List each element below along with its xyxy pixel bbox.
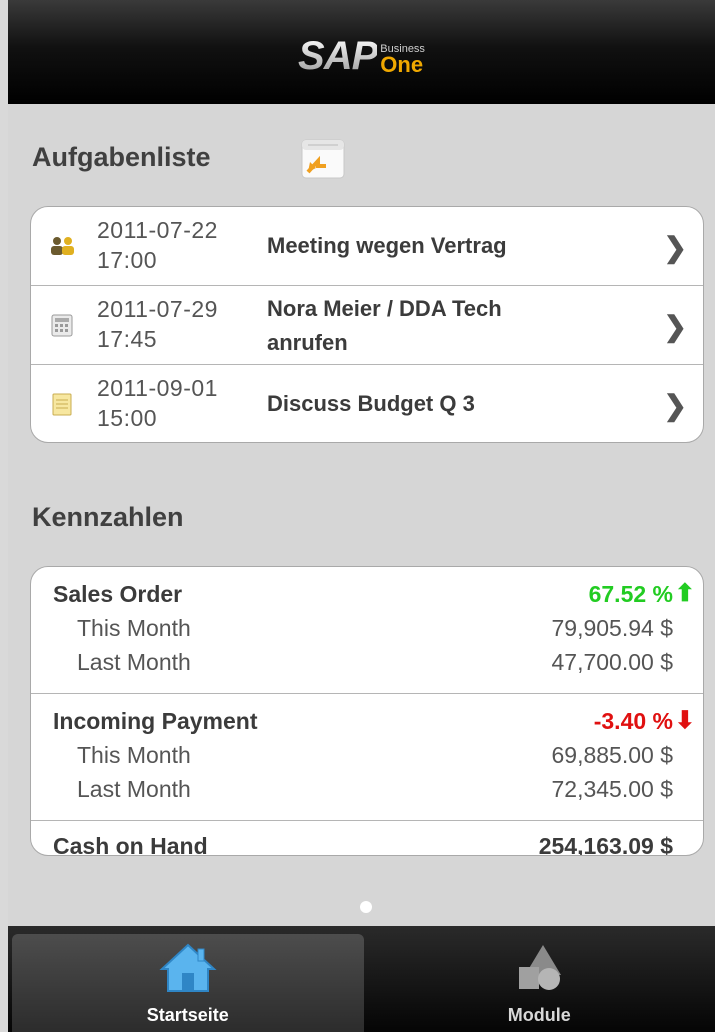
sap-business-one-logo: SAP Business One — [298, 36, 425, 76]
logo-one-text: One — [380, 52, 424, 77]
task-time: 17:45 — [97, 326, 158, 352]
page-indicator-dot — [360, 901, 372, 913]
task-title: Nora Meier / DDA Tech anrufen — [267, 292, 647, 360]
chevron-right-icon: ❯ — [663, 311, 687, 342]
kpi-change: 67.52 % — [588, 581, 673, 607]
task-list: 2011-07-22 17:00 Meeting wegen Vertrag ❯… — [30, 206, 704, 443]
tab-label: Module — [507, 1005, 571, 1025]
task-time: 15:00 — [97, 405, 158, 431]
task-time: 17:00 — [97, 247, 158, 273]
tab-startseite[interactable]: Startseite — [12, 934, 364, 1032]
tab-label: Startseite — [146, 1005, 229, 1025]
task-date: 2011-07-22 — [97, 217, 218, 243]
task-title-line1: Nora Meier / DDA Tech — [267, 296, 502, 321]
task-list-title: Aufgabenliste — [32, 142, 211, 172]
home-content: Aufgabenliste 2011-07-22 17:00 Meeting w… — [8, 104, 715, 926]
kpi-sub-label: Last Month — [77, 649, 191, 675]
kpi-sub-label: This Month — [77, 615, 191, 641]
kpi-title: Kennzahlen — [32, 502, 184, 532]
navigation-bar: SAP Business One — [8, 0, 715, 104]
kpi-label: Incoming Payment — [53, 708, 258, 734]
kpi-label: Cash on Hand — [53, 833, 208, 856]
kpi-value: 72,345.00 $ — [551, 776, 673, 802]
tab-module[interactable]: Module — [364, 926, 715, 1032]
task-row-budget[interactable]: 2011-09-01 15:00 Discuss Budget Q 3 ❯ — [31, 365, 703, 442]
meeting-icon — [51, 237, 74, 255]
kpi-value: 47,700.00 $ — [551, 649, 673, 675]
task-title: Meeting wegen Vertrag — [267, 233, 507, 258]
kpi-cash-on-hand[interactable]: Cash on Hand 254,163.09 $ — [31, 821, 703, 856]
kpi-change: -3.40 % — [593, 708, 673, 734]
kpi-sub-label: Last Month — [77, 776, 191, 802]
tab-bar: Startseite Module — [8, 926, 715, 1032]
task-row-meeting[interactable]: 2011-07-22 17:00 Meeting wegen Vertrag ❯ — [31, 207, 703, 286]
task-date: 2011-09-01 — [97, 375, 218, 401]
chevron-right-icon: ❯ — [663, 232, 687, 263]
home-icon — [159, 943, 217, 992]
logo-sap-text: SAP — [298, 34, 378, 78]
task-list-icon[interactable] — [298, 134, 348, 184]
task-date: 2011-07-29 — [97, 296, 218, 322]
kpi-sub-label: This Month — [77, 742, 191, 768]
modules-icon — [519, 945, 562, 990]
task-title: Discuss Budget Q 3 — [267, 391, 475, 416]
task-title-line2: anrufen — [267, 330, 348, 355]
chevron-right-icon: ❯ — [663, 390, 687, 421]
task-row-call[interactable]: 2011-07-29 17:45 Nora Meier / DDA Tech a… — [31, 286, 703, 365]
phone-call-icon — [51, 314, 73, 337]
arrow-up-icon: ⬆ — [674, 580, 695, 607]
kpi-label: Sales Order — [53, 581, 183, 607]
kpi-value: 69,885.00 $ — [551, 742, 673, 768]
arrow-down-icon: ⬇ — [674, 707, 695, 734]
note-icon — [52, 393, 72, 416]
kpi-value: 254,163.09 $ — [538, 833, 673, 856]
kpi-sales-order[interactable]: Sales Order 67.52 % ⬆ This Month 79,905.… — [31, 567, 703, 694]
kpi-list: Sales Order 67.52 % ⬆ This Month 79,905.… — [30, 566, 704, 856]
kpi-incoming-payment[interactable]: Incoming Payment -3.40 % ⬇ This Month 69… — [31, 694, 703, 821]
kpi-value: 79,905.94 $ — [551, 615, 673, 641]
